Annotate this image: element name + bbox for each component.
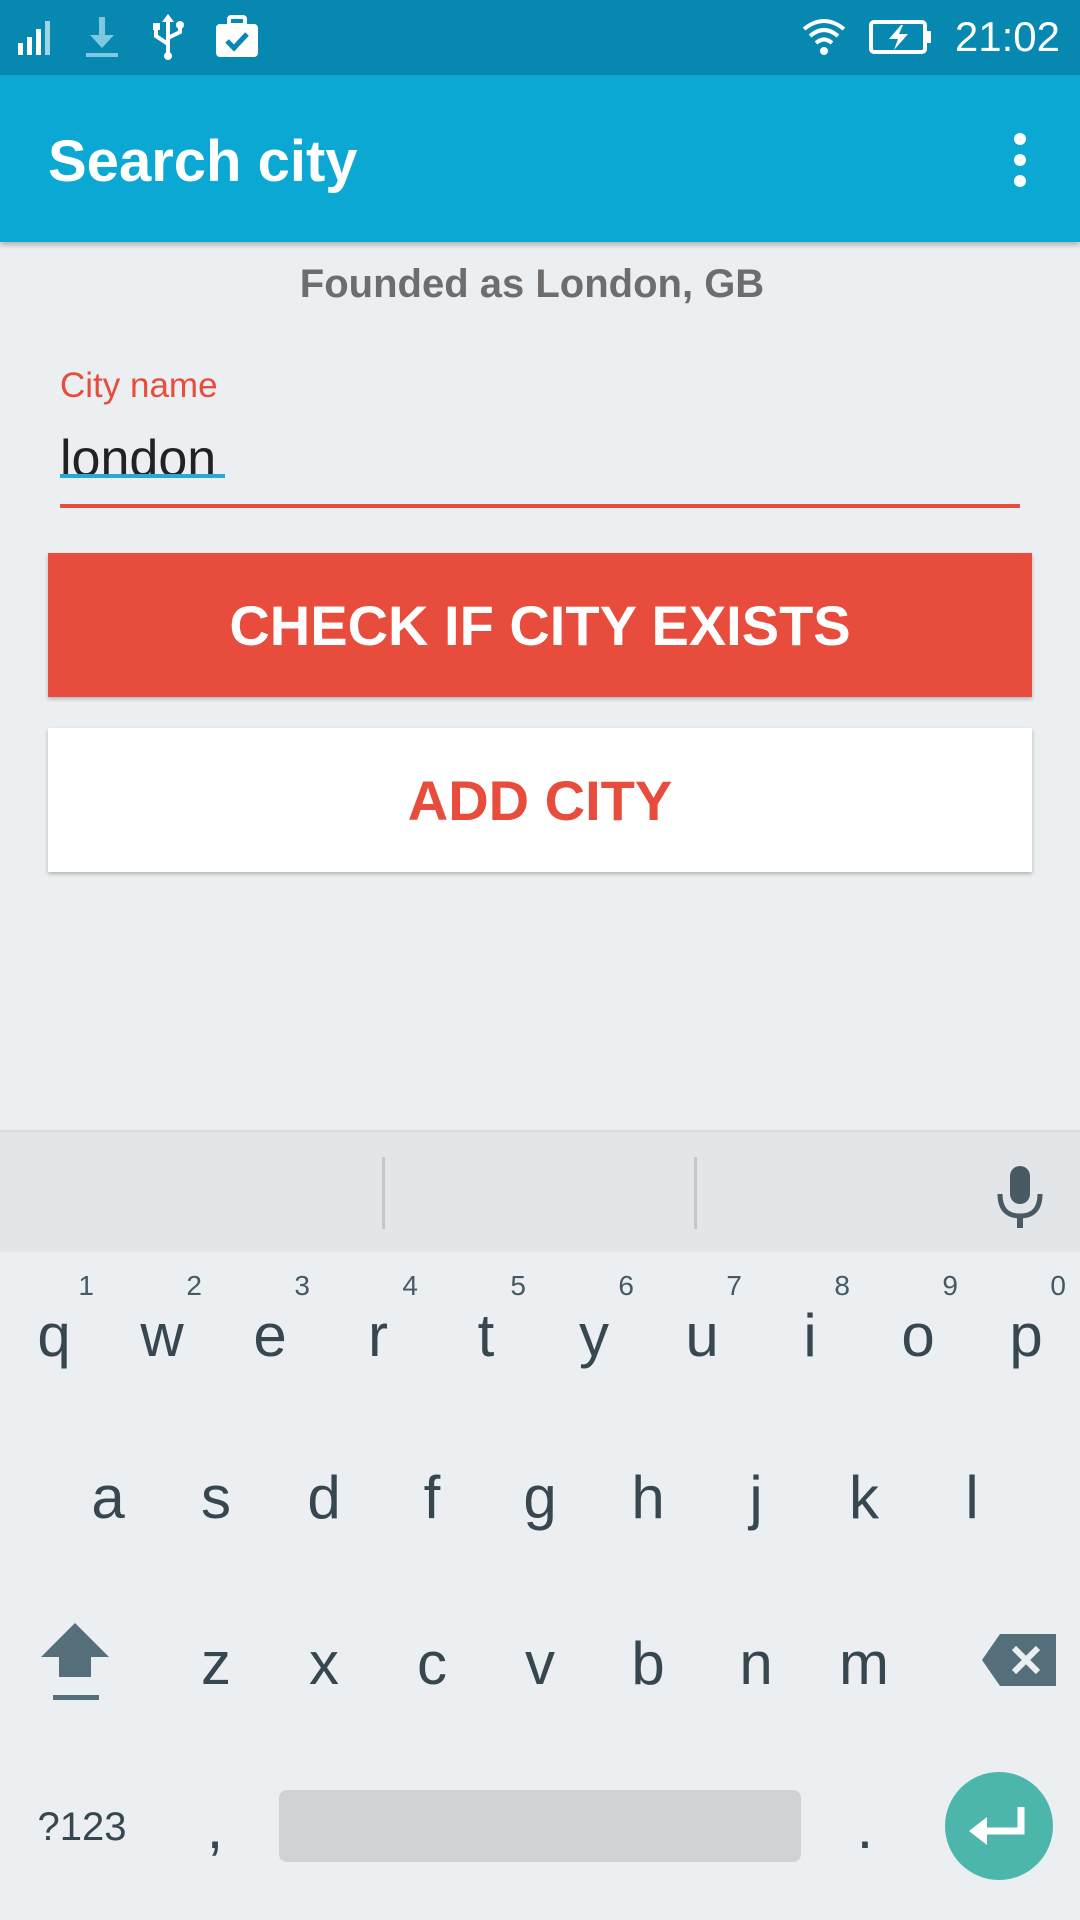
key-label: u: [685, 1301, 719, 1369]
usb-icon: [153, 14, 184, 60]
city-name-label: City name: [60, 366, 218, 405]
add-city-button[interactable]: ADD CITY: [48, 728, 1032, 872]
key-r[interactable]: r4: [324, 1260, 432, 1410]
key-number-hint: 5: [510, 1270, 526, 1301]
key-label: a: [91, 1463, 125, 1531]
key-label: p: [1009, 1301, 1043, 1369]
key-label: v: [525, 1629, 555, 1697]
overflow-dot-icon: [1014, 175, 1026, 187]
key-label: j: [749, 1463, 763, 1531]
period-key[interactable]: .: [810, 1752, 920, 1902]
microphone-icon[interactable]: [990, 1162, 1050, 1232]
key-m[interactable]: m: [810, 1588, 918, 1738]
key-f[interactable]: f: [378, 1422, 486, 1572]
key-label: r: [368, 1301, 388, 1369]
key-label: b: [631, 1629, 665, 1697]
key-i[interactable]: i8: [756, 1260, 864, 1410]
signal-icon: [18, 21, 50, 55]
key-t[interactable]: t5: [432, 1260, 540, 1410]
key-label: i: [803, 1301, 817, 1369]
key-label: s: [201, 1463, 231, 1531]
key-label: z: [201, 1629, 231, 1697]
key-u[interactable]: u7: [648, 1260, 756, 1410]
key-x[interactable]: x: [270, 1588, 378, 1738]
key-label: o: [901, 1301, 935, 1369]
key-y[interactable]: y6: [540, 1260, 648, 1410]
key-number-hint: 2: [186, 1270, 202, 1301]
composing-text-underline: [60, 474, 225, 478]
page-title: Search city: [48, 129, 358, 194]
key-label: y: [579, 1301, 609, 1369]
suggestion-divider: [694, 1157, 697, 1229]
shift-key[interactable]: [0, 1585, 150, 1735]
check-city-button[interactable]: CHECK IF CITY EXISTS: [48, 553, 1032, 697]
battery-charging-icon: [868, 20, 931, 54]
wifi-icon: [802, 19, 846, 55]
app-bar: Search city: [0, 75, 1080, 242]
key-s[interactable]: s: [162, 1422, 270, 1572]
key-a[interactable]: a: [54, 1422, 162, 1572]
backspace-key[interactable]: [960, 1585, 1080, 1735]
overflow-dot-icon: [1014, 154, 1026, 166]
key-number-hint: 1: [78, 1270, 94, 1301]
briefcase-check-icon: [216, 15, 258, 57]
key-label: q: [37, 1301, 71, 1369]
key-q[interactable]: q1: [0, 1260, 108, 1410]
key-number-hint: 6: [618, 1270, 634, 1301]
key-e[interactable]: e3: [216, 1260, 324, 1410]
status-time: 21:02: [954, 13, 1060, 60]
key-v[interactable]: v: [486, 1588, 594, 1738]
key-k[interactable]: k: [810, 1422, 918, 1572]
key-l[interactable]: l: [918, 1422, 1026, 1572]
key-label: w: [140, 1301, 184, 1369]
key-label: g: [523, 1463, 557, 1531]
key-w[interactable]: w2: [108, 1260, 216, 1410]
search-result-text: Founded as London, GB: [299, 262, 765, 306]
symbols-key[interactable]: ?123: [22, 1752, 142, 1902]
key-label: x: [309, 1629, 339, 1697]
key-number-hint: 3: [294, 1270, 310, 1301]
key-number-hint: 9: [942, 1270, 958, 1301]
key-label: f: [423, 1463, 441, 1531]
key-label: l: [965, 1463, 979, 1531]
comma-key[interactable]: ,: [160, 1752, 270, 1902]
input-underline: [60, 504, 1020, 508]
key-h[interactable]: h: [594, 1422, 702, 1572]
key-number-hint: 0: [1050, 1270, 1066, 1301]
key-label: e: [253, 1301, 287, 1369]
key-z[interactable]: z: [162, 1588, 270, 1738]
key-n[interactable]: n: [702, 1588, 810, 1738]
overflow-dot-icon: [1014, 133, 1026, 145]
key-number-hint: 7: [726, 1270, 742, 1301]
key-label: k: [849, 1463, 879, 1531]
suggestion-divider: [382, 1157, 385, 1229]
key-label: m: [839, 1629, 889, 1697]
key-label: c: [417, 1629, 447, 1697]
key-number-hint: 4: [402, 1270, 418, 1301]
key-label: n: [739, 1629, 773, 1697]
key-b[interactable]: b: [594, 1588, 702, 1738]
key-number-hint: 8: [834, 1270, 850, 1301]
key-g[interactable]: g: [486, 1422, 594, 1572]
key-p[interactable]: p0: [972, 1260, 1080, 1410]
key-label: t: [477, 1301, 495, 1369]
key-label: h: [631, 1463, 665, 1531]
backspace-icon: [982, 1634, 1056, 1686]
key-label: d: [307, 1463, 341, 1531]
space-key[interactable]: [279, 1790, 801, 1862]
key-o[interactable]: o9: [864, 1260, 972, 1410]
enter-arrow-icon: [969, 1807, 1025, 1845]
suggestion-strip: [0, 1130, 1080, 1252]
download-icon: [86, 17, 118, 57]
key-c[interactable]: c: [378, 1588, 486, 1738]
enter-key[interactable]: [945, 1772, 1053, 1880]
overflow-menu-button[interactable]: [980, 115, 1060, 205]
city-name-input[interactable]: [60, 415, 1020, 503]
key-d[interactable]: d: [270, 1422, 378, 1572]
shift-arrow-icon: [41, 1623, 109, 1700]
status-bar: 21:02: [0, 0, 1080, 75]
key-j[interactable]: j: [702, 1422, 810, 1572]
